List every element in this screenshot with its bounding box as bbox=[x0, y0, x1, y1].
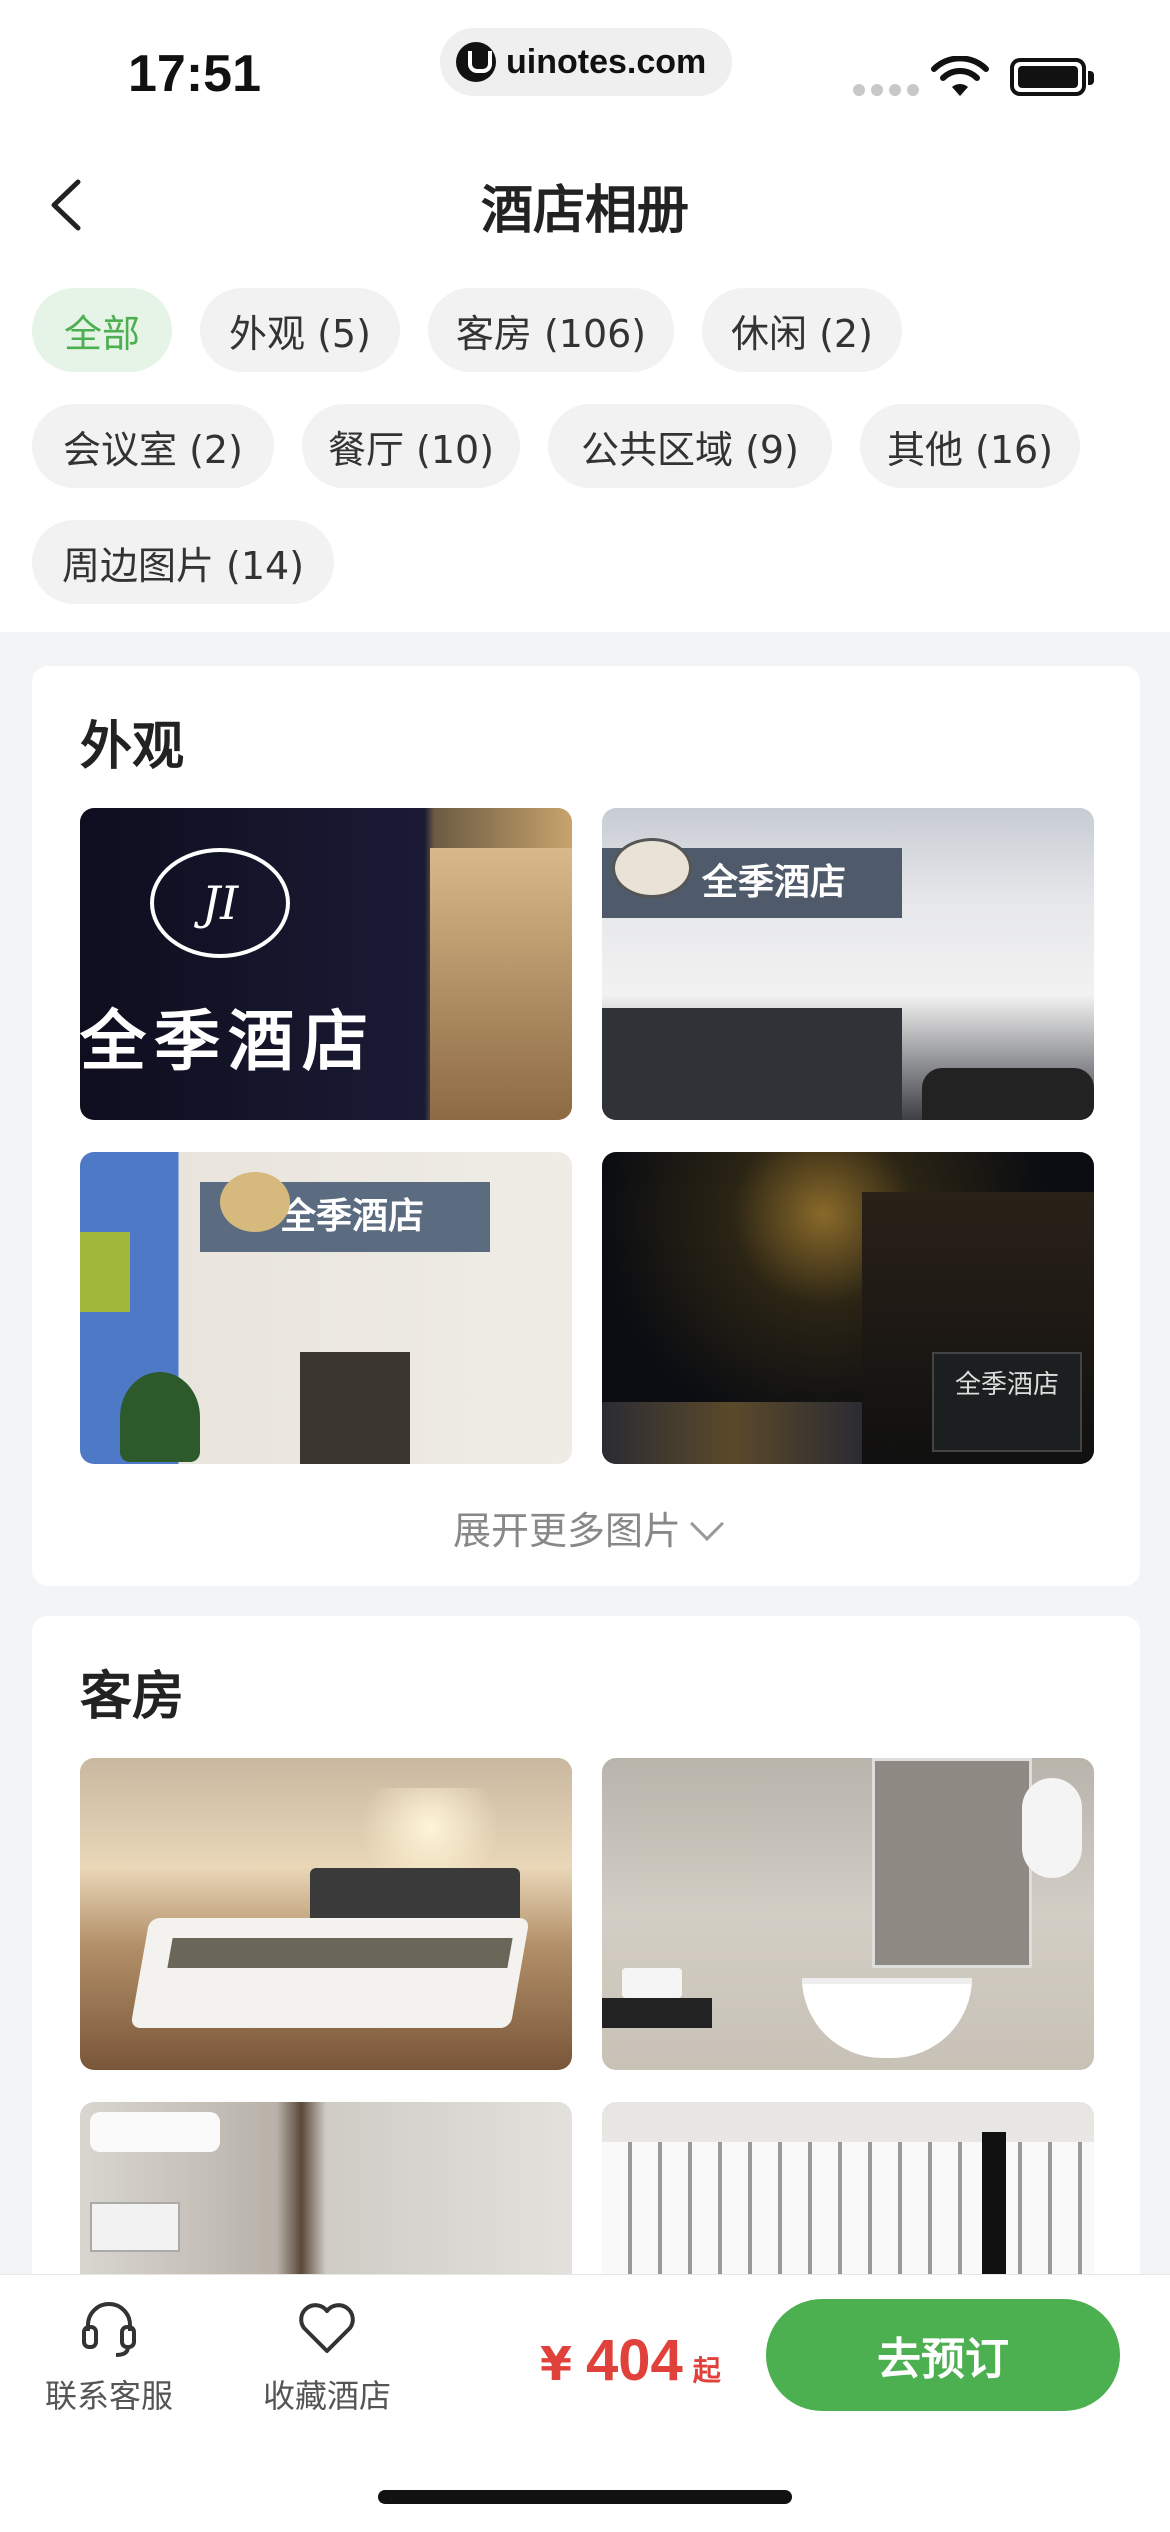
exterior-photo-4[interactable]: 全季酒店 bbox=[602, 1152, 1094, 1464]
book-now-button[interactable]: 去预订 bbox=[766, 2299, 1120, 2411]
expand-label: 展开更多图片 bbox=[452, 1509, 681, 1553]
filter-chip-surroundings[interactable]: 周边图片 (14) bbox=[32, 520, 334, 604]
heart-icon bbox=[299, 2303, 355, 2353]
filter-chip-meeting-room[interactable]: 会议室 (2) bbox=[32, 404, 274, 488]
favorite-hotel-label: 收藏酒店 bbox=[262, 2377, 391, 2415]
contact-service-label: 联系客服 bbox=[44, 2377, 173, 2415]
section-rooms: 客房 bbox=[32, 1616, 1140, 2316]
room-photo-1[interactable] bbox=[80, 1758, 572, 2070]
filter-chip-rooms[interactable]: 客房 (106) bbox=[428, 288, 674, 372]
nav-header: 酒店相册 bbox=[0, 130, 1170, 280]
status-bar: 17:51 uinotes.com bbox=[0, 0, 1170, 130]
filter-chip-other[interactable]: 其他 (16) bbox=[860, 404, 1080, 488]
expand-more-photos-button[interactable]: 展开更多图片 bbox=[32, 1500, 1140, 1555]
exterior-photo-2[interactable]: 全季酒店 bbox=[602, 808, 1094, 1120]
photo-sign-text: 全季酒店 bbox=[932, 1352, 1082, 1452]
filter-chip-exterior[interactable]: 外观 (5) bbox=[200, 288, 400, 372]
wifi-icon bbox=[931, 56, 989, 96]
filter-chip-restaurant[interactable]: 餐厅 (10) bbox=[302, 404, 520, 488]
filter-chip-all[interactable]: 全部 bbox=[32, 288, 172, 372]
status-time: 17:51 bbox=[128, 45, 261, 103]
site-logo-icon bbox=[456, 42, 496, 82]
price-value: 404 bbox=[586, 2328, 683, 2393]
battery-icon bbox=[1010, 58, 1094, 96]
url-pill[interactable]: uinotes.com bbox=[440, 28, 732, 96]
filter-chip-public-area[interactable]: 公共区域 (9) bbox=[548, 404, 832, 488]
exterior-photo-1[interactable]: JI 全季酒店 bbox=[80, 808, 572, 1120]
exterior-photo-3[interactable]: 全季酒店 bbox=[80, 1152, 572, 1464]
contact-service-button[interactable]: 联系客服 bbox=[24, 2295, 194, 2417]
section-exterior: 外观 JI 全季酒店 全季酒店 全季酒店 全季酒店 展开更多图片 bbox=[32, 666, 1140, 1586]
headset-icon bbox=[82, 2302, 136, 2357]
filter-chip-leisure[interactable]: 休闲 (2) bbox=[702, 288, 902, 372]
favorite-hotel-button[interactable]: 收藏酒店 bbox=[242, 2295, 412, 2417]
category-filter-bar: 全部 外观 (5) 客房 (106) 休闲 (2) 会议室 (2) 餐厅 (10… bbox=[0, 280, 1170, 632]
home-indicator bbox=[378, 2490, 792, 2504]
hotel-logo: JI bbox=[150, 848, 290, 958]
photo-sign-text: 全季酒店 bbox=[80, 1003, 376, 1080]
price-suffix: 起 bbox=[692, 2354, 721, 2387]
section-title: 外观 bbox=[80, 717, 185, 777]
url-text: uinotes.com bbox=[506, 42, 707, 81]
page-title: 酒店相册 bbox=[480, 181, 689, 241]
signal-icon bbox=[853, 84, 919, 96]
price-currency: ¥ bbox=[540, 2337, 573, 2391]
section-title: 客房 bbox=[80, 1667, 185, 1727]
price-display: ¥ 404 起 bbox=[540, 2327, 721, 2394]
chevron-down-icon bbox=[690, 1507, 724, 1541]
room-photo-2[interactable] bbox=[602, 1758, 1094, 2070]
